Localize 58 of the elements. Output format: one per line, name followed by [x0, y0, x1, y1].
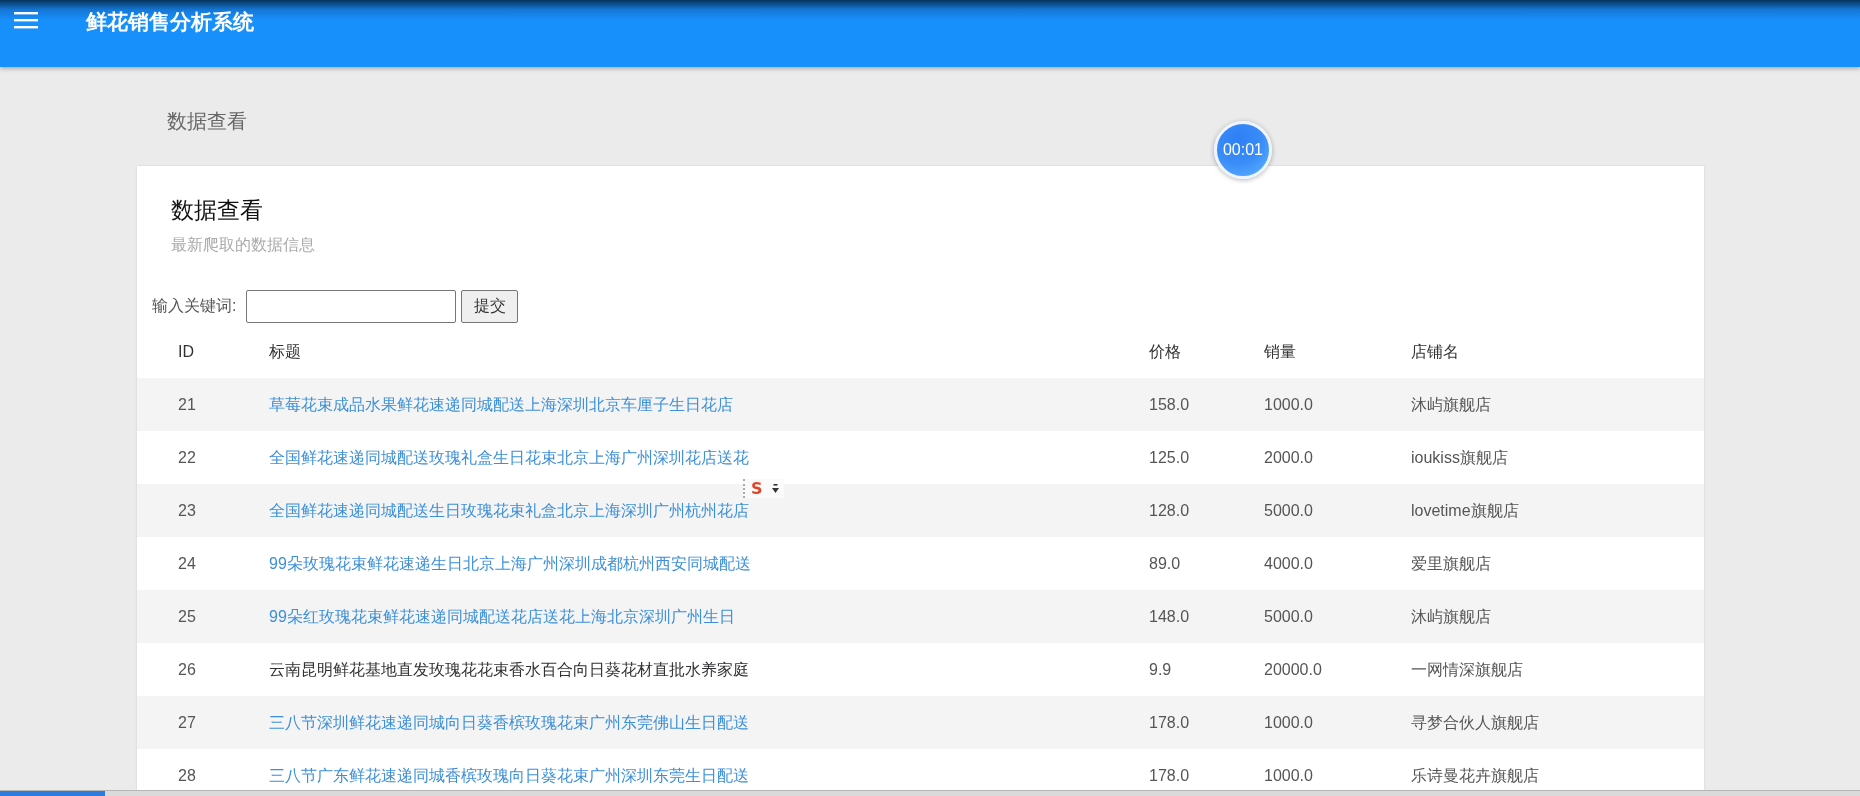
id-text: 22	[178, 447, 196, 468]
sales-text: 1000.0	[1264, 765, 1313, 786]
column-header: 店铺名	[1411, 342, 1459, 362]
column-header: ID	[178, 342, 194, 362]
id-text: 25	[178, 606, 196, 627]
title-link[interactable]: 草莓花束成品水果鲜花速递同城配送上海深圳北京车厘子生日花店	[269, 393, 733, 416]
timer-badge[interactable]: 00:01	[1214, 121, 1272, 179]
price-text: 148.0	[1149, 606, 1190, 627]
sales-text: 5000.0	[1264, 606, 1313, 627]
title-link[interactable]: 全国鲜花速递同城配送生日玫瑰花束礼盒北京上海深圳广州杭州花店	[269, 499, 749, 522]
column-header: 销量	[1264, 342, 1296, 362]
shop-name: 寻梦合伙人旗舰店	[1411, 712, 1539, 733]
shop-name: 爱里旗舰店	[1411, 553, 1491, 574]
shop-name: 沐屿旗舰店	[1411, 394, 1491, 415]
id-text: 21	[178, 394, 196, 415]
shop-name: 沐屿旗舰店	[1411, 606, 1491, 627]
title-link[interactable]: 三八节深圳鲜花速递同城向日葵香槟玫瑰花束广州东莞佛山生日配送	[269, 711, 749, 734]
id-text: 26	[178, 659, 196, 680]
shop-name: 乐诗曼花卉旗舰店	[1411, 765, 1539, 786]
sales-text: 2000.0	[1264, 447, 1313, 468]
title-link[interactable]: 三八节广东鲜花速递同城香槟玫瑰向日葵花束广州深圳东莞生日配送	[269, 764, 749, 787]
price-text: 125.0	[1149, 447, 1190, 468]
page-heading: 数据查看	[167, 109, 247, 134]
price-text: 178.0	[1149, 712, 1190, 733]
caret-down-icon[interactable]	[771, 483, 779, 494]
column-header: 价格	[1149, 342, 1181, 362]
scrollbar-track[interactable]	[0, 790, 1860, 796]
sales-text: 4000.0	[1264, 553, 1313, 574]
price-text: 89.0	[1149, 553, 1181, 574]
price-text: 9.9	[1149, 659, 1172, 680]
shop-name: lovetime旗舰店	[1411, 500, 1519, 521]
title-link[interactable]: 云南昆明鲜花基地直发玫瑰花花束香水百合向日葵花材直批水养家庭	[269, 658, 749, 681]
sales-text: 5000.0	[1264, 500, 1313, 521]
id-text: 23	[178, 500, 196, 521]
shop-name: 一网情深旗舰店	[1411, 659, 1523, 680]
submit-button[interactable]: 提交	[461, 290, 519, 323]
shop-name: ioukiss旗舰店	[1411, 447, 1508, 468]
search-field[interactable]	[246, 290, 457, 323]
id-text: 28	[178, 765, 196, 786]
scrollbar-thumb[interactable]	[0, 791, 105, 796]
title-link[interactable]: 99朵玫瑰花束鲜花速递生日北京上海广州深圳成都杭州西安同城配送	[269, 552, 751, 575]
card-subtitle: 最新爬取的数据信息	[171, 235, 315, 255]
sales-text: 20000.0	[1264, 659, 1322, 680]
menu-icon[interactable]	[14, 11, 38, 29]
card-title: 数据查看	[171, 196, 263, 225]
search-label: 输入关键词:	[152, 296, 237, 316]
price-text: 178.0	[1149, 765, 1190, 786]
price-text: 128.0	[1149, 500, 1190, 521]
title-link[interactable]: 99朵红玫瑰花束鲜花速递同城配送花店送花上海北京深圳广州生日	[269, 605, 735, 628]
ime-logo[interactable]: S	[751, 479, 763, 498]
id-text: 24	[178, 553, 196, 574]
sales-text: 1000.0	[1264, 712, 1313, 733]
sales-text: 1000.0	[1264, 394, 1313, 415]
price-text: 158.0	[1149, 394, 1190, 415]
app-title: 鲜花销售分析系统	[86, 9, 254, 35]
title-link[interactable]: 全国鲜花速递同城配送玫瑰礼盒生日花束北京上海广州深圳花店送花	[269, 446, 749, 469]
column-header: 标题	[269, 342, 301, 362]
id-text: 27	[178, 712, 196, 733]
